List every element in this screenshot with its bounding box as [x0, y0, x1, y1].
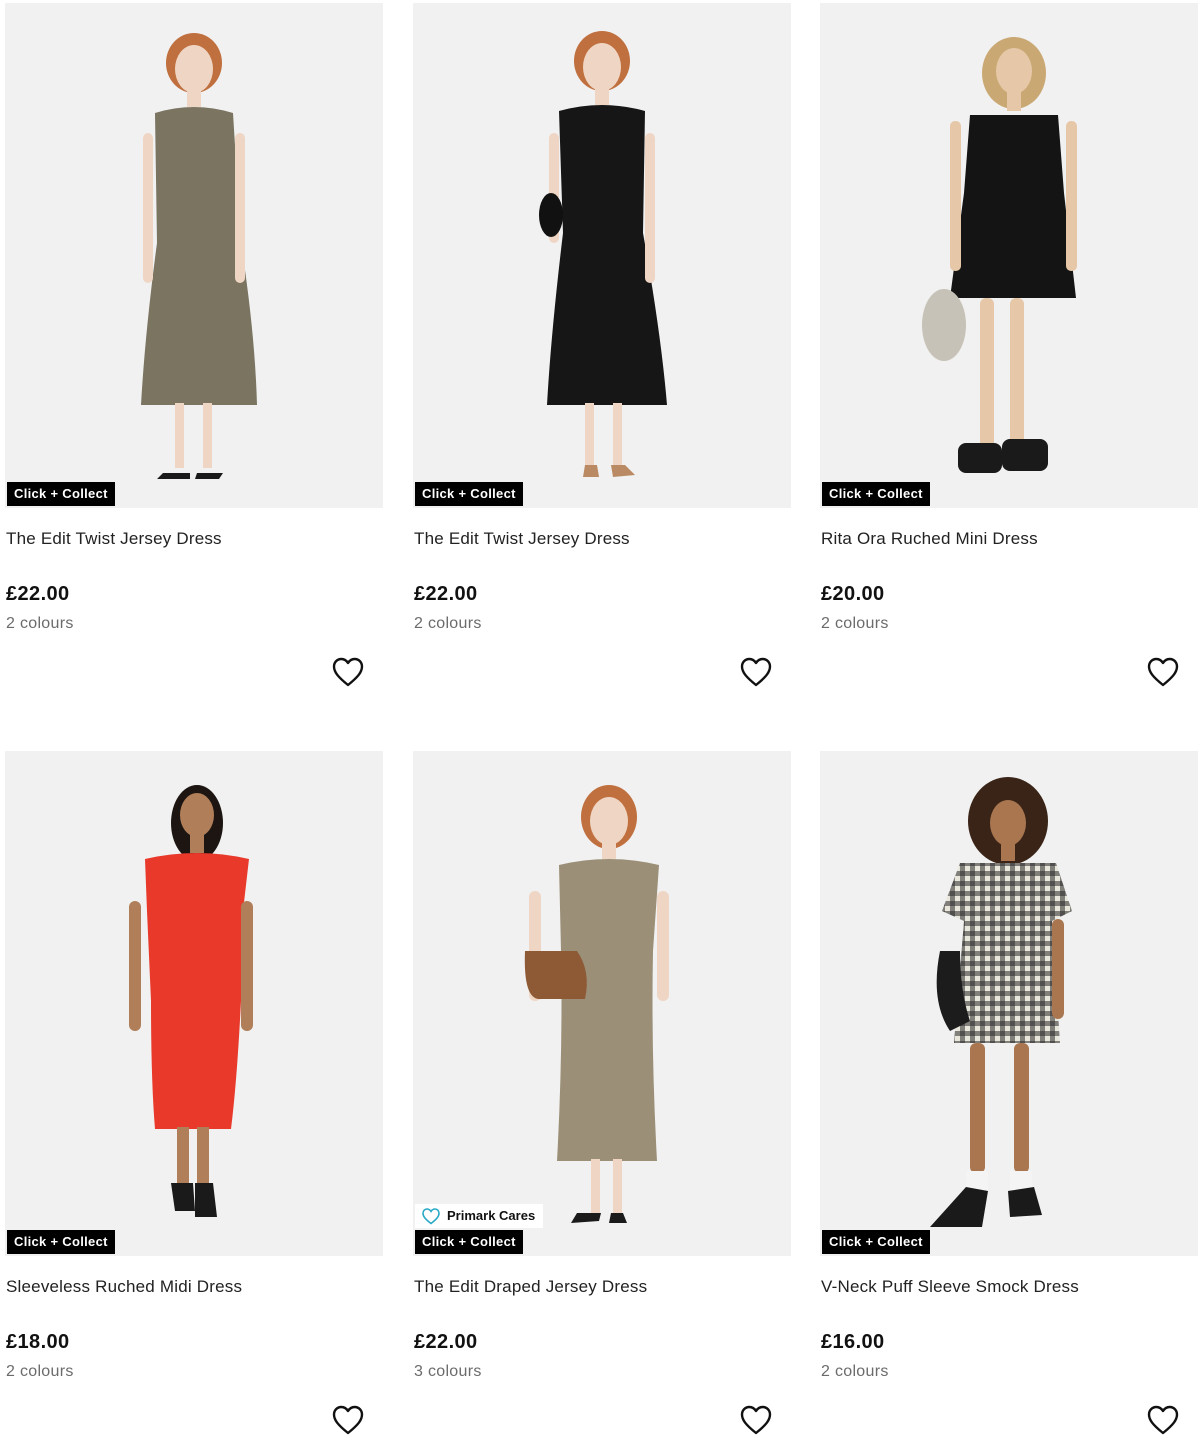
colour-count: 2 colours: [821, 1363, 889, 1380]
product-image[interactable]: Click + Collect: [413, 3, 791, 508]
face: [996, 48, 1032, 94]
leg-left: [177, 1127, 189, 1187]
product-image[interactable]: Primark Cares Click + Collect: [413, 751, 791, 1256]
click-collect-badge: Click + Collect: [7, 1230, 115, 1254]
face: [990, 800, 1026, 846]
product-price: £18.00: [6, 1331, 70, 1353]
wishlist-heart-icon[interactable]: [1146, 1404, 1180, 1436]
arm-right: [645, 133, 655, 283]
arm-right: [657, 891, 669, 1001]
product-name[interactable]: Rita Ora Ruched Mini Dress: [821, 529, 1038, 549]
model-photo: [539, 31, 667, 477]
wishlist-heart-icon[interactable]: [739, 656, 773, 688]
colour-count: 2 colours: [6, 1363, 74, 1380]
product-image[interactable]: Click + Collect: [5, 751, 383, 1256]
leg-right: [613, 403, 622, 465]
face: [590, 797, 628, 845]
face: [180, 793, 214, 837]
product-price: £22.00: [414, 583, 478, 605]
arm-right: [1066, 121, 1077, 271]
product-price: £16.00: [821, 1331, 885, 1353]
product-grid: Click + Collect The Edit Twist Jersey Dr…: [0, 0, 1200, 1439]
product-price: £20.00: [821, 583, 885, 605]
model-photo: [524, 785, 669, 1223]
product-card[interactable]: Click + Collect Rita Ora Ruched Mini Dre…: [820, 3, 1198, 687]
handbag: [539, 193, 563, 237]
model-photo: [141, 33, 257, 479]
click-collect-badge: Click + Collect: [822, 1230, 930, 1254]
product-name[interactable]: Sleeveless Ruched Midi Dress: [6, 1277, 242, 1297]
colour-count: 3 colours: [414, 1363, 482, 1380]
arm-left: [143, 133, 153, 283]
boot-right: [1002, 439, 1048, 471]
shoes: [571, 1213, 627, 1223]
colour-count: 2 colours: [821, 615, 889, 632]
face: [175, 45, 213, 93]
cares-heart-icon: [422, 1208, 440, 1225]
leg-right: [1010, 298, 1024, 448]
arm-right: [241, 901, 253, 1031]
wishlist-heart-icon[interactable]: [331, 1404, 365, 1436]
click-collect-badge: Click + Collect: [415, 1230, 523, 1254]
product-card[interactable]: Primark Cares Click + Collect The Edit D…: [413, 751, 791, 1435]
product-image[interactable]: Click + Collect: [5, 3, 383, 508]
neck: [602, 841, 616, 859]
leg-left: [591, 1159, 600, 1214]
click-collect-badge: Click + Collect: [415, 482, 523, 506]
face: [583, 43, 621, 91]
boot-left: [958, 443, 1002, 473]
leg-right: [1014, 1043, 1029, 1173]
leg-right: [613, 1159, 622, 1214]
product-name[interactable]: The Edit Twist Jersey Dress: [414, 529, 630, 549]
product-card[interactable]: Click + Collect V-Neck Puff Sleeve Smock…: [820, 751, 1198, 1435]
handbag: [922, 289, 966, 361]
arm-left: [950, 121, 961, 271]
leg-right: [197, 1127, 209, 1187]
leg-left: [980, 298, 994, 448]
shoes: [157, 473, 223, 479]
product-card[interactable]: Click + Collect Sleeveless Ruched Midi D…: [5, 751, 383, 1435]
shoes: [583, 465, 635, 477]
product-card[interactable]: Click + Collect The Edit Twist Jersey Dr…: [413, 3, 791, 687]
primark-cares-badge: Primark Cares: [415, 1204, 544, 1228]
shoes: [171, 1183, 217, 1217]
sneakers: [930, 1187, 1042, 1227]
product-image[interactable]: Click + Collect: [820, 751, 1198, 1256]
colour-count: 2 colours: [6, 615, 74, 632]
click-collect-badge: Click + Collect: [822, 482, 930, 506]
model-photo: [129, 785, 253, 1217]
model-photo: [922, 37, 1077, 473]
arm-left: [129, 901, 141, 1031]
product-name[interactable]: The Edit Twist Jersey Dress: [6, 529, 222, 549]
leg-left: [970, 1043, 985, 1173]
leg-left: [175, 403, 184, 468]
product-name[interactable]: The Edit Draped Jersey Dress: [414, 1277, 647, 1297]
leg-right: [203, 403, 212, 468]
arm-right: [1052, 919, 1064, 1019]
colour-count: 2 colours: [414, 615, 482, 632]
handbag: [524, 951, 587, 1000]
product-image[interactable]: Click + Collect: [820, 3, 1198, 508]
dress: [950, 115, 1076, 298]
model-photo: [930, 777, 1072, 1227]
product-name[interactable]: V-Neck Puff Sleeve Smock Dress: [821, 1277, 1079, 1297]
leg-left: [585, 403, 594, 465]
neck: [187, 89, 201, 107]
neck: [1001, 843, 1015, 861]
dress: [557, 859, 659, 1161]
arm-right: [235, 133, 245, 283]
click-collect-badge: Click + Collect: [7, 482, 115, 506]
wishlist-heart-icon[interactable]: [331, 656, 365, 688]
product-price: £22.00: [414, 1331, 478, 1353]
neck: [190, 835, 204, 853]
product-price: £22.00: [6, 583, 70, 605]
cares-badge-label: Primark Cares: [447, 1208, 536, 1223]
dress: [145, 853, 249, 1129]
neck: [1007, 91, 1021, 111]
product-card[interactable]: Click + Collect The Edit Twist Jersey Dr…: [5, 3, 383, 687]
wishlist-heart-icon[interactable]: [739, 1404, 773, 1436]
neck: [595, 87, 609, 105]
wishlist-heart-icon[interactable]: [1146, 656, 1180, 688]
